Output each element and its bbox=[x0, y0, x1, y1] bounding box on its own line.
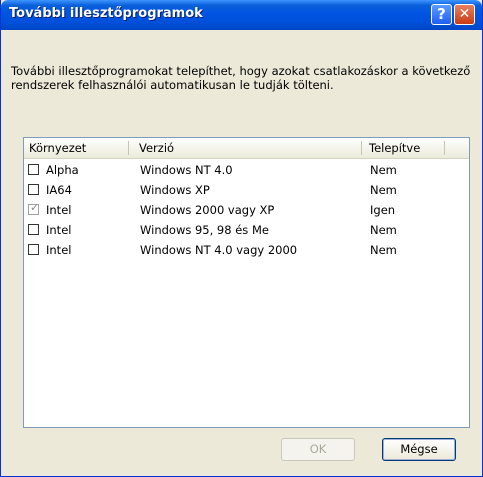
cell-environment: Intel bbox=[46, 203, 72, 217]
cell-installed: Nem bbox=[370, 183, 397, 197]
cell-version: Windows NT 4.0 bbox=[140, 163, 233, 177]
close-icon: ✕ bbox=[458, 6, 471, 22]
column-header-installed[interactable]: Telepítve bbox=[364, 138, 444, 158]
cell-environment: Alpha bbox=[46, 163, 79, 177]
table-row[interactable]: Alpha Windows NT 4.0 Nem bbox=[24, 160, 469, 180]
description-text: További illesztőprogramokat telepíthet, … bbox=[11, 64, 471, 92]
column-divider[interactable] bbox=[444, 141, 445, 155]
cell-installed: Nem bbox=[370, 243, 397, 257]
row-checkbox[interactable] bbox=[28, 224, 39, 235]
column-header-version[interactable]: Verzió bbox=[134, 138, 354, 158]
column-divider[interactable] bbox=[128, 141, 129, 155]
table-row[interactable]: ✓ Intel Windows 2000 vagy XP Igen bbox=[24, 200, 469, 220]
table-row[interactable]: IA64 Windows XP Nem bbox=[24, 180, 469, 200]
cell-environment: Intel bbox=[46, 223, 72, 237]
list-header: Környezet Verzió Telepítve bbox=[24, 138, 469, 159]
column-header-environment[interactable]: Környezet bbox=[24, 138, 128, 158]
help-button[interactable]: ? bbox=[431, 4, 452, 25]
cell-environment: Intel bbox=[46, 243, 72, 257]
cell-version: Windows 95, 98 és Me bbox=[140, 223, 269, 237]
cell-installed: Nem bbox=[370, 163, 397, 177]
cell-installed: Igen bbox=[370, 203, 396, 217]
row-checkbox[interactable] bbox=[28, 244, 39, 255]
title-bar[interactable]: További illesztőprogramok ? ✕ bbox=[1, 0, 482, 30]
cell-environment: IA64 bbox=[46, 183, 72, 197]
cell-version: Windows XP bbox=[140, 183, 210, 197]
table-row[interactable]: Intel Windows 95, 98 és Me Nem bbox=[24, 220, 469, 240]
checkmark-icon: ✓ bbox=[30, 201, 40, 214]
row-checkbox[interactable] bbox=[28, 184, 39, 195]
cancel-button[interactable]: Mégse bbox=[382, 438, 456, 461]
dialog-window: További illesztőprogramok ? ✕ További il… bbox=[0, 0, 483, 477]
cell-version: Windows NT 4.0 vagy 2000 bbox=[140, 243, 298, 257]
window-title: További illesztőprogramok bbox=[9, 6, 203, 21]
cell-installed: Nem bbox=[370, 223, 397, 237]
ok-button[interactable]: OK bbox=[281, 438, 355, 461]
row-checkbox[interactable]: ✓ bbox=[28, 201, 40, 215]
driver-list[interactable]: Környezet Verzió Telepítve Alpha Windows … bbox=[23, 137, 470, 428]
column-divider[interactable] bbox=[361, 141, 362, 155]
close-button[interactable]: ✕ bbox=[454, 4, 475, 25]
cell-version: Windows 2000 vagy XP bbox=[140, 203, 275, 217]
help-icon: ? bbox=[437, 5, 446, 23]
row-checkbox[interactable] bbox=[28, 164, 39, 175]
table-row[interactable]: Intel Windows NT 4.0 vagy 2000 Nem bbox=[24, 240, 469, 260]
